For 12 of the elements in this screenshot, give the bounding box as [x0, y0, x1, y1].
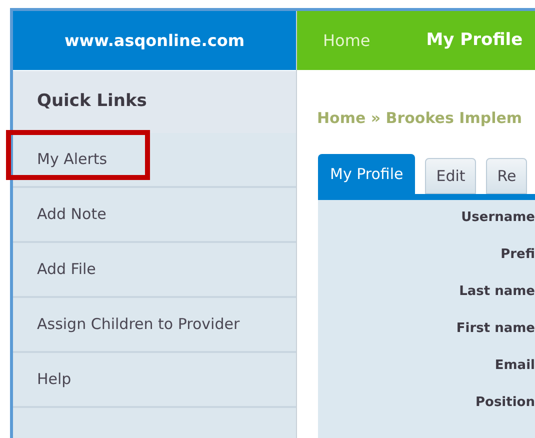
field-label: First name	[456, 320, 535, 338]
field-label: Email	[494, 357, 535, 376]
field-label: Last name	[459, 283, 535, 302]
tab[interactable]: My Profile	[318, 154, 416, 194]
field-label: Prefi	[500, 246, 535, 264]
field-label: Position	[475, 394, 535, 412]
breadcrumb: Home » Brookes Implem	[317, 109, 522, 128]
sidebar-title: Quick Links	[37, 90, 147, 114]
tab[interactable]: Edit	[425, 158, 476, 194]
field-label: Username	[461, 209, 535, 228]
tab[interactable]: Re	[486, 158, 528, 194]
site-title: www.asqonline.com	[13, 11, 296, 70]
